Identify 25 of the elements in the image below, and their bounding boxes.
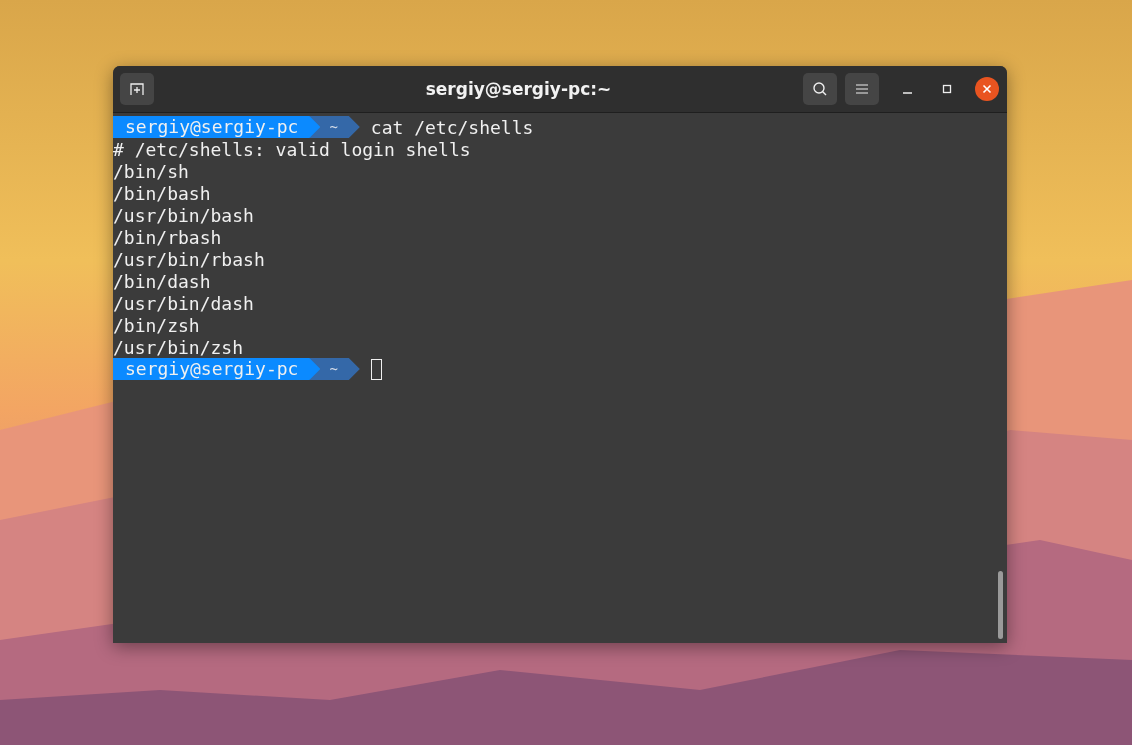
output-line: /bin/rbash	[113, 226, 222, 248]
search-icon	[812, 81, 828, 97]
menu-button[interactable]	[845, 73, 879, 105]
output-line: /bin/sh	[113, 160, 189, 182]
scrollbar-thumb[interactable]	[998, 571, 1003, 639]
new-tab-button[interactable]	[120, 73, 154, 105]
close-button[interactable]	[975, 77, 999, 101]
output-line: /bin/bash	[113, 182, 211, 204]
output-line: /bin/dash	[113, 270, 211, 292]
output-line: /usr/bin/rbash	[113, 248, 265, 270]
output-line: # /etc/shells: valid login shells	[113, 138, 471, 160]
close-icon	[982, 84, 992, 94]
output-line: /usr/bin/dash	[113, 292, 254, 314]
new-tab-icon	[129, 82, 145, 96]
command-text: cat /etc/shells	[370, 116, 534, 138]
maximize-icon	[942, 84, 952, 94]
prompt-user-segment: sergiy@sergiy-pc	[113, 358, 321, 380]
minimize-icon	[902, 92, 912, 94]
output-line: /usr/bin/bash	[113, 204, 254, 226]
prompt-user-segment: sergiy@sergiy-pc	[113, 116, 321, 138]
search-button[interactable]	[803, 73, 837, 105]
window-title: sergiy@sergiy-pc:~	[424, 79, 613, 99]
output-line: /usr/bin/zsh	[113, 336, 244, 358]
output-line: /bin/zsh	[113, 314, 200, 336]
menu-icon	[855, 83, 869, 95]
